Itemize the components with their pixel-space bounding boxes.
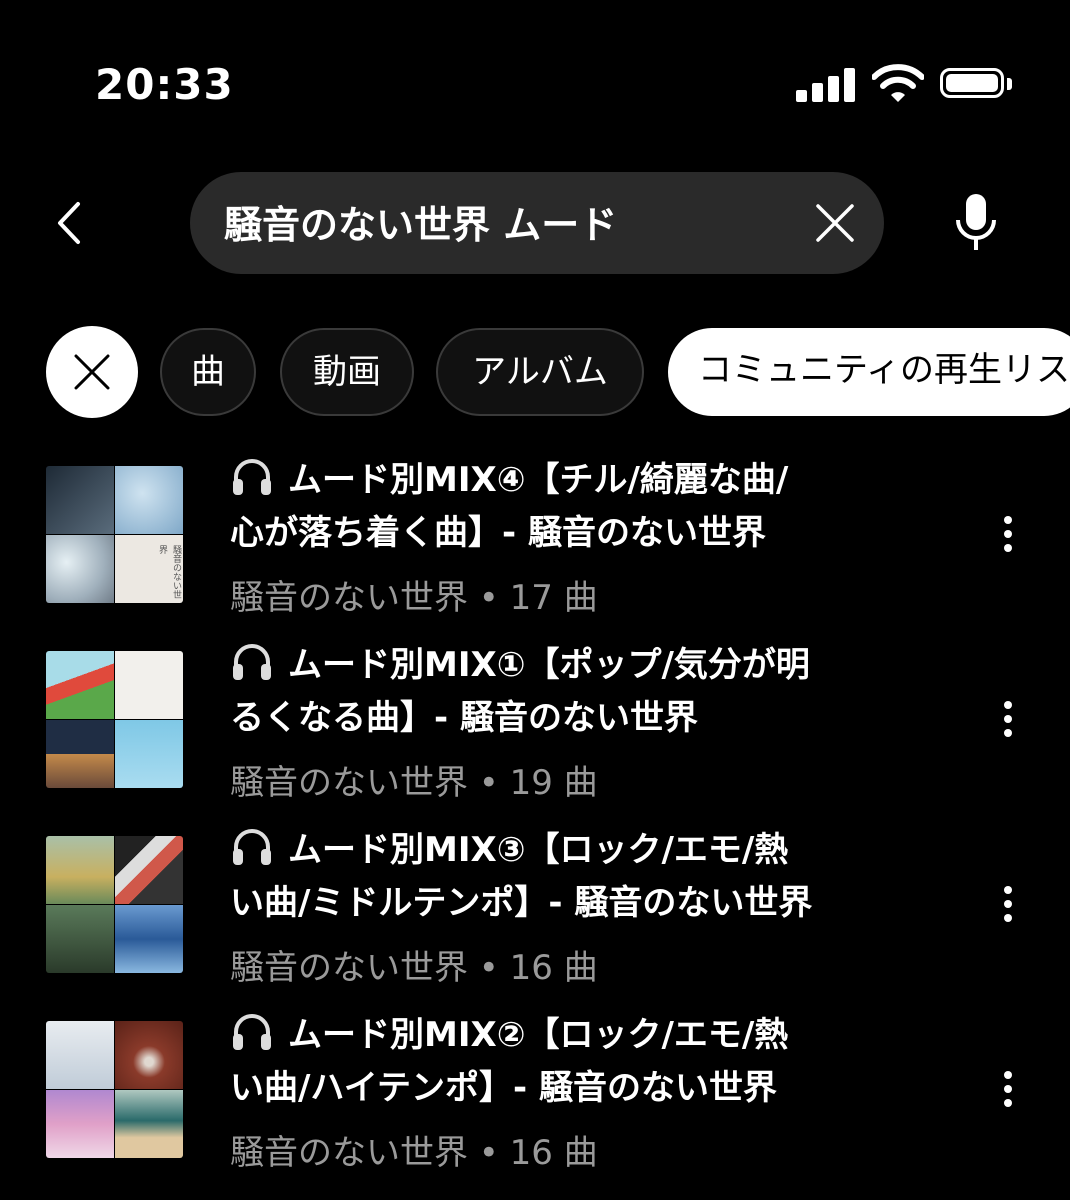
more-options-button[interactable] — [994, 884, 1022, 924]
microphone-icon — [956, 194, 996, 250]
close-icon — [816, 204, 854, 242]
playlist-title: ムード別MIX③【ロック/エモ/熱 い曲/ミドルテンポ】- 騒音のない世界 — [230, 824, 890, 930]
headphones-icon — [233, 1014, 271, 1050]
cellular-signal-icon — [796, 68, 856, 102]
chevron-left-icon — [58, 202, 80, 244]
playlist-title: ムード別MIX②【ロック/エモ/熱 い曲/ハイテンポ】- 騒音のない世界 — [230, 1009, 890, 1115]
playlist-thumbnail — [46, 1021, 183, 1158]
headphones-icon — [233, 459, 271, 495]
playlist-item[interactable]: ムード別MIX②【ロック/エモ/熱 い曲/ハイテンポ】- 騒音のない世界 騒音の… — [0, 995, 1070, 1175]
back-button[interactable] — [48, 196, 94, 250]
playlist-meta: 騒音のない世界 • 19 曲 — [230, 763, 598, 803]
headphones-icon — [233, 829, 271, 865]
more-options-button[interactable] — [994, 699, 1022, 739]
search-query[interactable]: 騒音のない世界 ムード — [224, 194, 617, 249]
playlist-thumbnail — [46, 836, 183, 973]
more-options-button[interactable] — [994, 1069, 1022, 1109]
playlist-item[interactable]: ムード別MIX③【ロック/エモ/熱 い曲/ミドルテンポ】- 騒音のない世界 騒音… — [0, 810, 1070, 990]
status-time: 20:33 — [95, 60, 234, 109]
chip-albums[interactable]: アルバム — [436, 328, 644, 416]
status-bar: 20:33 — [0, 0, 1070, 140]
voice-search-button[interactable] — [946, 190, 1006, 256]
headphones-icon — [233, 644, 271, 680]
search-input[interactable]: 騒音のない世界 ムード — [190, 172, 884, 274]
playlist-item[interactable]: 騒音のない世界 ムード別MIX④【チル/綺麗な曲/ 心が落ち着く曲】- 騒音のな… — [0, 440, 1070, 620]
clear-search-button[interactable] — [810, 198, 860, 248]
playlist-title: ムード別MIX④【チル/綺麗な曲/ 心が落ち着く曲】- 騒音のない世界 — [230, 454, 890, 560]
playlist-meta: 騒音のない世界 • 16 曲 — [230, 1133, 598, 1173]
filter-chips: 曲 動画 アルバム コミュニティの再生リスト — [0, 326, 1070, 420]
battery-icon — [940, 68, 1016, 102]
chip-songs[interactable]: 曲 — [160, 328, 256, 416]
playlist-thumbnail: 騒音のない世界 — [46, 466, 183, 603]
clear-filter-button[interactable] — [46, 326, 138, 418]
playlist-meta: 騒音のない世界 • 17 曲 — [230, 578, 598, 618]
more-options-button[interactable] — [994, 514, 1022, 554]
playlist-title: ムード別MIX①【ポップ/気分が明 るくなる曲】- 騒音のない世界 — [230, 639, 890, 745]
playlist-meta: 騒音のない世界 • 16 曲 — [230, 948, 598, 988]
close-icon — [74, 354, 110, 390]
thumbnail-text: 騒音のない世界 — [115, 535, 183, 603]
wifi-icon — [872, 64, 924, 102]
playlist-item[interactable]: ムード別MIX①【ポップ/気分が明 るくなる曲】- 騒音のない世界 騒音のない世… — [0, 625, 1070, 805]
chip-videos[interactable]: 動画 — [280, 328, 414, 416]
playlist-thumbnail — [46, 651, 183, 788]
chip-community-playlists[interactable]: コミュニティの再生リスト — [668, 328, 1070, 416]
